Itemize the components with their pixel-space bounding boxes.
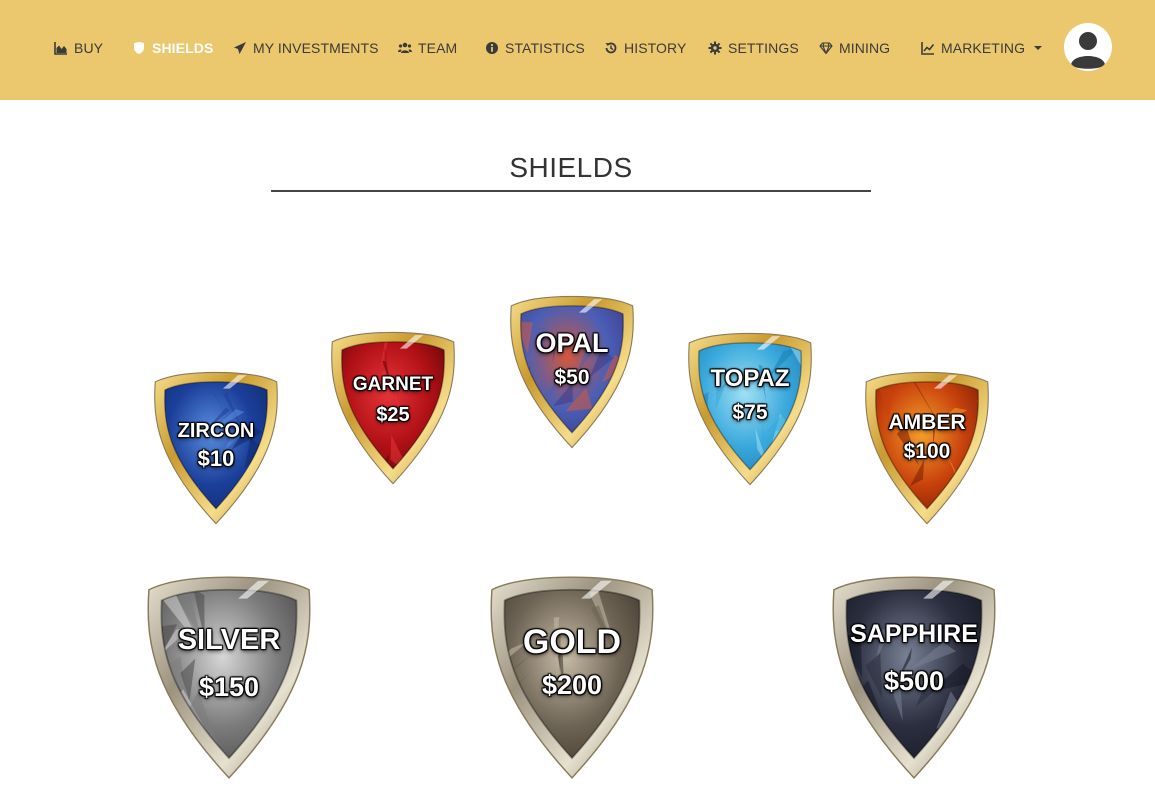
history-icon <box>605 42 617 54</box>
shield-card-sapphire[interactable]: SAPPHIRE $500 <box>823 570 1005 785</box>
info-circle-icon <box>486 42 498 54</box>
nav-shields-label: SHIELDS <box>152 40 214 56</box>
top-navbar: BUY SHIELDS MY INVESTMENTS TEAM STATISTI… <box>0 0 1155 100</box>
paper-plane-icon <box>234 42 246 54</box>
shield-card-garnet[interactable]: GARNET $25 <box>324 327 462 489</box>
shield-price-opal: $50 <box>554 365 590 389</box>
nav-history[interactable]: HISTORY <box>604 38 686 58</box>
shield-price-zircon: $10 <box>197 446 235 472</box>
shield-name-sapphire: SAPPHIRE <box>850 619 978 648</box>
nav-statistics[interactable]: STATISTICS <box>485 38 585 58</box>
shield-price-silver: $150 <box>198 672 260 703</box>
nav-buy-label: BUY <box>74 40 104 56</box>
shield-card-gold[interactable]: GOLD $200 <box>481 570 663 785</box>
nav-team-label: TEAM <box>418 40 458 56</box>
nav-my-investments-label: MY INVESTMENTS <box>253 40 379 56</box>
shield-name-gold: GOLD <box>522 622 622 661</box>
diamond-icon <box>819 42 833 55</box>
nav-settings-label: SETTINGS <box>728 40 799 56</box>
shield-name-amber: AMBER <box>888 411 966 435</box>
users-icon <box>398 42 412 53</box>
area-chart-icon <box>54 42 67 55</box>
nav-mining[interactable]: MINING <box>819 38 890 58</box>
nav-marketing[interactable]: MARKETING <box>921 38 1043 58</box>
shield-name-garnet: GARNET <box>352 373 434 395</box>
shield-icon <box>134 42 144 54</box>
shield-price-gold: $200 <box>541 669 603 700</box>
shield-name-silver: SILVER <box>177 623 281 656</box>
shield-price-sapphire: $500 <box>883 665 945 696</box>
shield-card-topaz[interactable]: TOPAZ $75 <box>681 328 819 490</box>
shield-card-silver[interactable]: SILVER $150 <box>138 570 320 785</box>
nav-history-label: HISTORY <box>624 40 687 56</box>
page-title: SHIELDS <box>509 152 633 183</box>
shield-price-amber: $100 <box>903 440 951 464</box>
shield-price-garnet: $25 <box>376 404 410 427</box>
gear-icon <box>708 41 722 55</box>
shield-card-opal[interactable]: OPAL $50 <box>503 291 641 453</box>
nav-team[interactable]: TEAM <box>398 38 457 58</box>
nav-shields[interactable]: SHIELDS <box>132 38 213 58</box>
shield-card-zircon[interactable]: ZIRCON $10 <box>147 367 285 529</box>
shield-card-amber[interactable]: AMBER $100 <box>858 367 996 529</box>
user-avatar[interactable] <box>1064 23 1112 71</box>
shield-price-topaz: $75 <box>732 401 768 425</box>
nav-statistics-label: STATISTICS <box>505 40 585 56</box>
title-divider <box>271 190 871 192</box>
nav-mining-label: MINING <box>839 40 891 56</box>
shield-name-topaz: TOPAZ <box>710 365 790 393</box>
chevron-down-icon <box>1034 46 1043 50</box>
nav-buy[interactable]: BUY <box>54 38 103 58</box>
user-icon <box>1071 32 1105 69</box>
nav-settings[interactable]: SETTINGS <box>708 38 799 58</box>
line-chart-icon <box>921 42 935 55</box>
nav-my-investments[interactable]: MY INVESTMENTS <box>233 38 379 58</box>
nav-marketing-label: MARKETING <box>941 40 1026 56</box>
shield-name-zircon: ZIRCON <box>177 419 255 442</box>
shield-name-opal: OPAL <box>535 328 609 359</box>
